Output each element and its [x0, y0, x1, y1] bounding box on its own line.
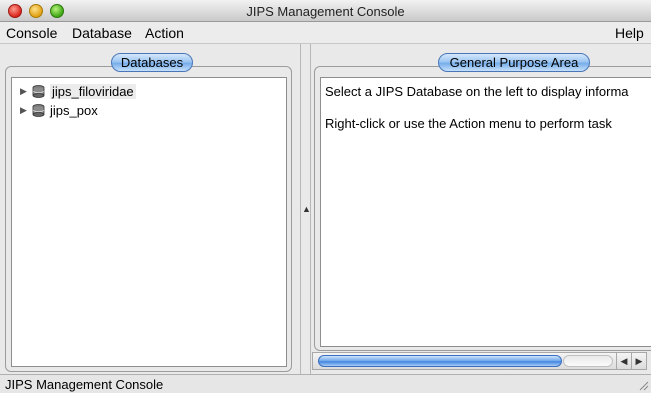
- general-purpose-content: Select a JIPS Database on the left to di…: [320, 77, 651, 347]
- tree-item-label: jips_pox: [50, 102, 98, 118]
- title-bar: JIPS Management Console: [0, 0, 651, 22]
- databases-tree[interactable]: ▶ jips_filoviridae ▶ jips_pox: [11, 77, 287, 367]
- general-purpose-panel-title: General Purpose Area: [438, 53, 590, 72]
- status-text: JIPS Management Console: [5, 377, 164, 392]
- scrollbar-track[interactable]: [563, 355, 613, 367]
- tree-item-jips-pox[interactable]: ▶ jips_pox: [20, 101, 98, 119]
- general-purpose-panel: Select a JIPS Database on the left to di…: [314, 66, 651, 351]
- scrollbar-thumb[interactable]: [318, 355, 562, 367]
- databases-panel-title: Databases: [111, 53, 193, 72]
- horizontal-scrollbar[interactable]: ◀ ▶: [312, 352, 647, 370]
- tree-item-jips-filoviridae[interactable]: ▶ jips_filoviridae: [20, 82, 136, 100]
- menu-action[interactable]: Action: [145, 25, 184, 41]
- menu-database[interactable]: Database: [72, 25, 132, 41]
- tree-item-label: jips_filoviridae: [50, 83, 136, 99]
- scroll-left-arrow-icon[interactable]: ◀: [616, 353, 631, 369]
- menu-bar: Console Database Action Help: [0, 22, 651, 44]
- databases-panel: ▶ jips_filoviridae ▶ jips_pox: [5, 66, 292, 372]
- expand-triangle-icon[interactable]: ▶: [20, 86, 32, 97]
- info-text-line: Right-click or use the Action menu to pe…: [325, 116, 612, 131]
- main-area: ▶ jips_filoviridae ▶ jips_pox Databases …: [0, 44, 651, 374]
- status-bar: JIPS Management Console: [0, 374, 651, 393]
- scroll-right-arrow-icon[interactable]: ▶: [631, 353, 646, 369]
- collapse-arrow-icon[interactable]: ▲: [302, 204, 311, 214]
- database-icon: [32, 103, 45, 117]
- info-text-line: Select a JIPS Database on the left to di…: [325, 84, 629, 99]
- split-divider[interactable]: [300, 44, 301, 374]
- expand-triangle-icon[interactable]: ▶: [20, 105, 32, 116]
- menu-console[interactable]: Console: [6, 25, 57, 41]
- window-title: JIPS Management Console: [246, 4, 405, 19]
- database-icon: [32, 84, 45, 98]
- resize-grip-icon[interactable]: [637, 379, 649, 391]
- menu-help[interactable]: Help: [615, 25, 644, 41]
